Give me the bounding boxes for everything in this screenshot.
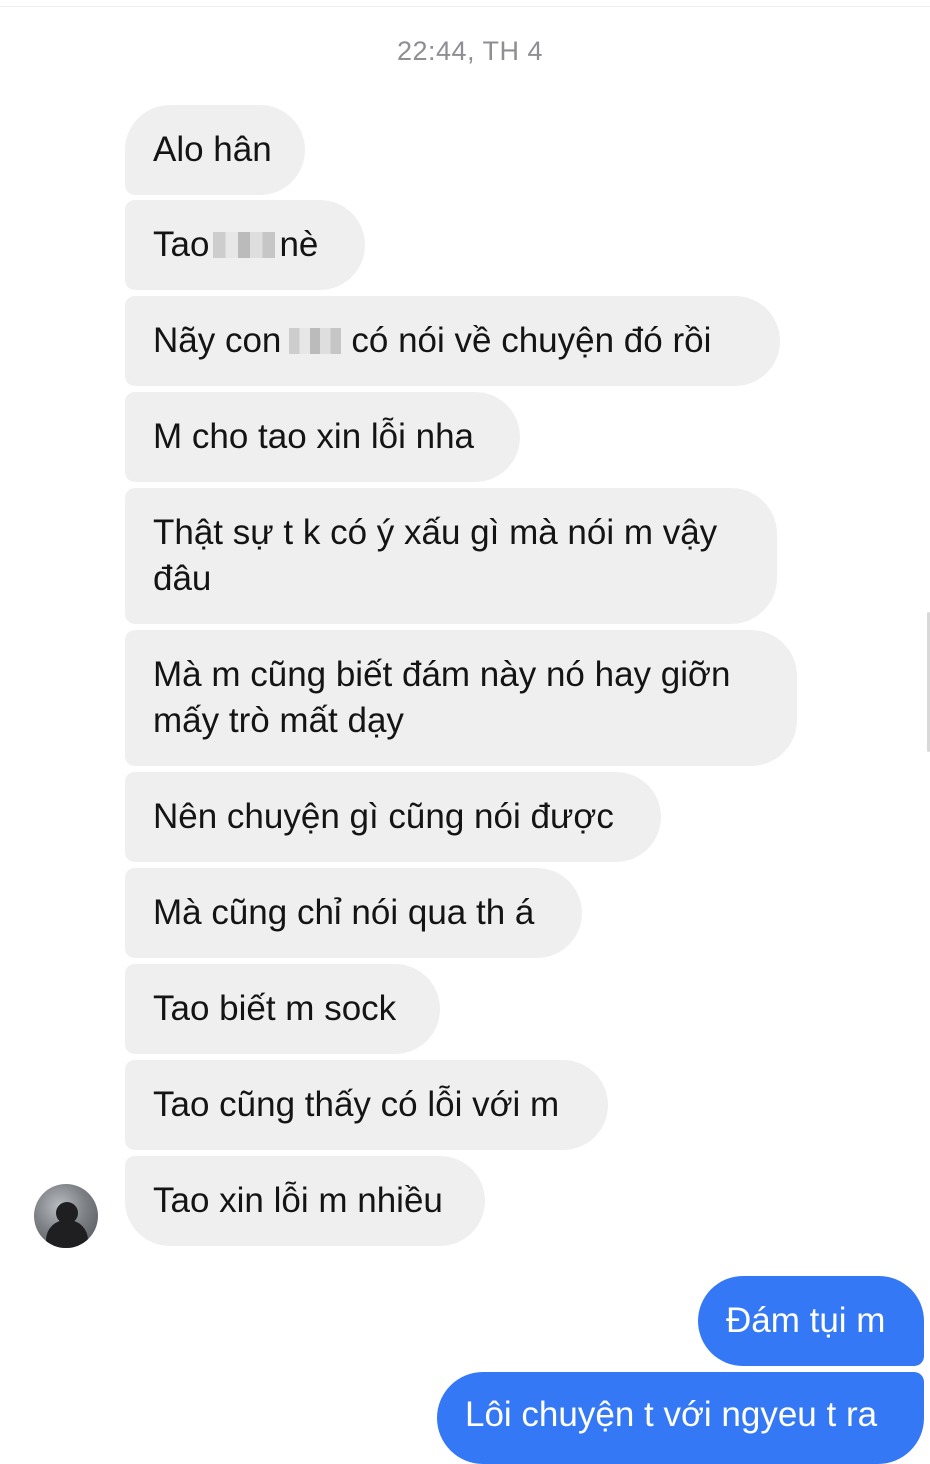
message-text: M cho tao xin lỗi nha (153, 417, 475, 456)
avatar-silhouette-body (46, 1220, 88, 1248)
redacted-name (213, 232, 276, 258)
message-text: Thật sự t k có ý xấu gì mà nói m vậy đâu (153, 510, 717, 602)
outgoing-message[interactable]: Đám tụi m (698, 1276, 924, 1366)
message-text-after: có nói về chuyện đó rồi (351, 321, 712, 360)
incoming-message[interactable]: Thật sự t k có ý xấu gì mà nói m vậy đâu (125, 488, 777, 624)
top-divider (0, 6, 930, 7)
outgoing-message[interactable]: Lôi chuyện t với ngyeu t ra (437, 1372, 924, 1464)
message-text-after: nè (279, 225, 319, 264)
incoming-message[interactable]: Tao nè (125, 200, 365, 290)
incoming-message[interactable]: Nên chuyện gì cũng nói được (125, 772, 661, 862)
message-text-before: Tao (153, 225, 210, 264)
message-text: Tao xin lỗi m nhiều (153, 1181, 443, 1220)
message-text-before: Nãy con (153, 321, 282, 360)
message-text: Lôi chuyện t với ngyeu t ra (465, 1395, 878, 1434)
message-text: Đám tụi m (726, 1301, 886, 1340)
message-line: đâu (153, 559, 212, 598)
incoming-message[interactable]: Tao cũng thấy có lỗi với m (125, 1060, 608, 1150)
incoming-message[interactable]: Tao biết m sock (125, 964, 440, 1054)
redacted-name (289, 328, 342, 354)
incoming-message[interactable]: Mà cũng chỉ nói qua th á (125, 868, 582, 958)
message-text: Tao cũng thấy có lỗi với m (153, 1085, 560, 1124)
message-line: Mà m cũng biết đám này nó hay giỡn (153, 655, 731, 694)
message-line: mấy trò mất dạy (153, 701, 404, 740)
message-text: Alo hân (153, 130, 272, 169)
message-text: Mà m cũng biết đám này nó hay giỡn mấy t… (153, 652, 730, 744)
incoming-message[interactable]: Alo hân (125, 105, 305, 195)
message-text: Tao biết m sock (153, 989, 397, 1028)
incoming-message[interactable]: Mà m cũng biết đám này nó hay giỡn mấy t… (125, 630, 797, 766)
message-text: Mà cũng chỉ nói qua th á (153, 893, 535, 932)
message-line: Thật sự t k có ý xấu gì mà nói m vậy (153, 513, 718, 552)
message-text: Nên chuyện gì cũng nói được (153, 797, 614, 836)
incoming-message[interactable]: Nãy con có nói về chuyện đó rồi (125, 296, 780, 386)
message-timestamp: 22:44, TH 4 (396, 36, 544, 66)
incoming-message[interactable]: M cho tao xin lỗi nha (125, 392, 520, 482)
incoming-message[interactable]: Tao xin lỗi m nhiều (125, 1156, 485, 1246)
sender-avatar[interactable] (34, 1184, 98, 1248)
